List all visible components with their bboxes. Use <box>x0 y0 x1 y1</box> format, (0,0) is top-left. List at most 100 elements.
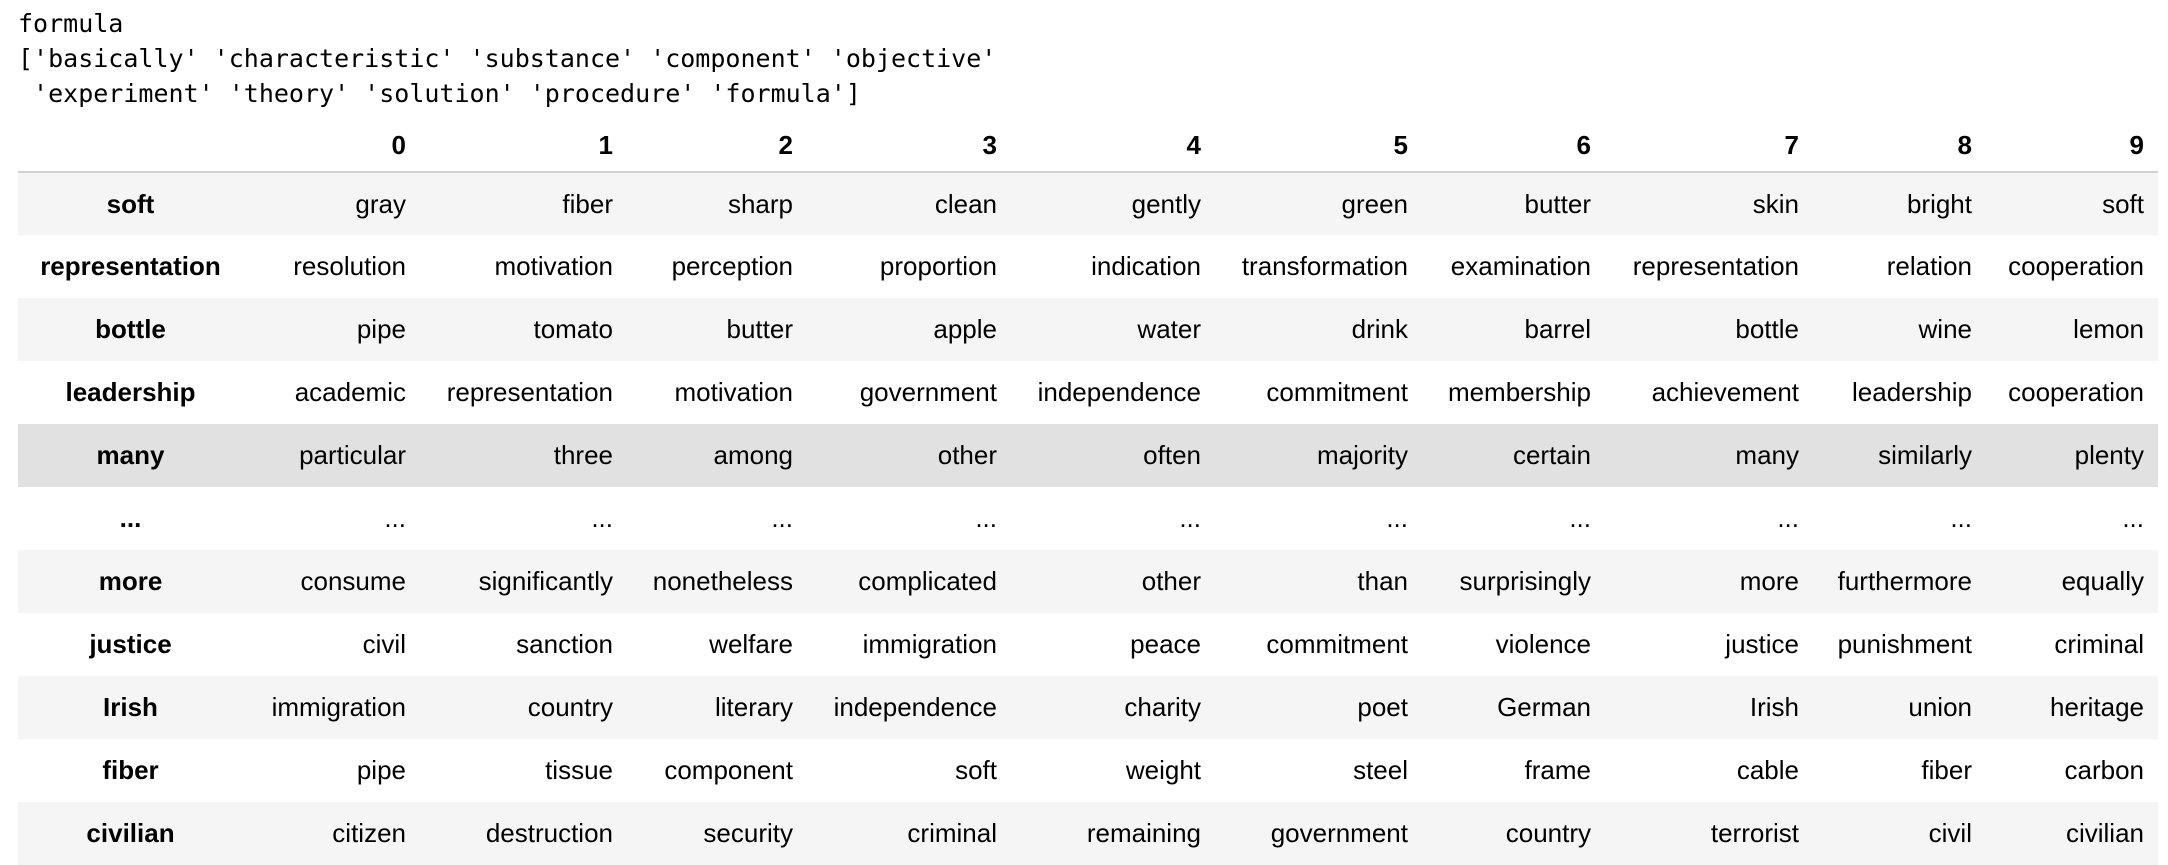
table-cell: criminal <box>2054 629 2144 659</box>
table-cell: cooperation <box>2008 251 2144 281</box>
table-cell: lemon <box>2073 314 2144 344</box>
table-cell: transformation <box>1241 251 1408 281</box>
table-cell: civil <box>1928 818 1972 848</box>
table-cell: representation <box>446 377 613 407</box>
table-cell: independence <box>833 692 997 722</box>
table-cell: tissue <box>545 755 613 785</box>
table-cell: independence <box>1037 377 1201 407</box>
table-row: Irish immigration country literary independe… <box>18 676 2158 739</box>
table-row: many particular three among other often majori… <box>18 424 2158 487</box>
table-cell: drink <box>1351 314 1408 344</box>
column-header-3: 3 <box>807 119 1011 173</box>
table-cell: justice <box>1725 629 1799 659</box>
table-cell: motivation <box>674 377 794 407</box>
table-cell: ... <box>384 503 406 533</box>
table-cell: other <box>937 440 997 470</box>
table-cell: apple <box>933 314 997 344</box>
table-cell: sanction <box>516 629 613 659</box>
table-cell: steel <box>1353 755 1408 785</box>
table-cell: heritage <box>2050 692 2144 722</box>
table-cell: welfare <box>709 629 793 659</box>
row-index-label: ... <box>119 503 142 533</box>
table-cell: immigration <box>862 629 997 659</box>
index-header-cell <box>18 119 243 173</box>
table-cell: government <box>859 377 997 407</box>
table-cell: remaining <box>1086 818 1201 848</box>
table-cell: many <box>1735 440 1799 470</box>
table-cell: immigration <box>271 692 406 722</box>
table-row: bottle pipe tomato butter apple water drink bar… <box>18 298 2158 361</box>
table-cell: carbon <box>2064 755 2145 785</box>
table-cell: significantly <box>478 566 613 596</box>
table-cell: green <box>1341 188 1409 219</box>
column-header-9: 9 <box>1986 119 2158 173</box>
table-cell: than <box>1357 566 1408 596</box>
table-cell: ... <box>1386 503 1408 533</box>
table-cell: civil <box>362 629 406 659</box>
column-header-6: 6 <box>1422 119 1605 173</box>
table-row: more consume significantly nonetheless compl… <box>18 550 2158 613</box>
table-cell: commitment <box>1266 629 1408 659</box>
table-cell: ... <box>2122 503 2144 533</box>
table-cell: surprisingly <box>1459 566 1592 596</box>
table-cell: cable <box>1736 755 1799 785</box>
table-cell: furthermore <box>1837 566 1972 596</box>
stdout-line-1: formula <box>18 9 124 38</box>
table-cell: fiber <box>562 188 613 219</box>
table-cell: more <box>1739 566 1799 596</box>
table-cell: among <box>713 440 794 470</box>
table-cell: membership <box>1447 377 1591 407</box>
table-cell: barrel <box>1524 314 1591 344</box>
table-cell: citizen <box>332 818 406 848</box>
table-cell: pipe <box>356 314 406 344</box>
column-header-4: 4 <box>1011 119 1215 173</box>
column-header-7: 7 <box>1605 119 1813 173</box>
row-index-label: bottle <box>95 314 166 344</box>
column-header-1: 1 <box>420 119 627 173</box>
notebook-output: formula ['basically' 'characteristic' 's… <box>18 6 2158 865</box>
table-cell: security <box>703 818 793 848</box>
table-cell: civilian <box>2065 818 2144 848</box>
table-cell: cooperation <box>2008 377 2144 407</box>
table-cell: Irish <box>1749 692 1799 722</box>
stdout-line-3: 'experiment' 'theory' 'solution' 'proced… <box>18 79 861 108</box>
table-cell: nonetheless <box>652 566 793 596</box>
row-index-label: representation <box>40 251 221 281</box>
table-cell: component <box>664 755 793 785</box>
table-cell: bright <box>1906 188 1972 219</box>
table-cell: achievement <box>1651 377 1799 407</box>
table-header: 0123456789 <box>18 119 2158 173</box>
table-cell: pipe <box>356 755 406 785</box>
table-cell: fiber <box>1921 755 1972 785</box>
table-body: soft gray fiber sharp clean gently green butter… <box>18 172 2158 865</box>
table-cell: wine <box>1918 314 1972 344</box>
table-cell: sharp <box>727 188 793 219</box>
table-row: representation resolution motivation percep… <box>18 235 2158 298</box>
table-cell: resolution <box>293 251 406 281</box>
table-cell: proportion <box>879 251 997 281</box>
table-cell: country <box>527 692 613 722</box>
table-cell: leadership <box>1852 377 1972 407</box>
table-cell: ... <box>975 503 997 533</box>
row-index-label: many <box>96 440 165 470</box>
table-cell: poet <box>1357 692 1408 722</box>
row-index-label: leadership <box>65 377 196 407</box>
table-cell: ... <box>1179 503 1201 533</box>
table-cell: German <box>1497 692 1591 722</box>
table-cell: violence <box>1495 629 1591 659</box>
header-row: 0123456789 <box>18 119 2158 173</box>
stdout-text: formula ['basically' 'characteristic' 's… <box>18 6 2158 111</box>
column-header-0: 0 <box>243 119 420 173</box>
table-cell: ... <box>771 503 793 533</box>
table-cell: certain <box>1512 440 1591 470</box>
table-row: fiber pipe tissue component soft weight steel f… <box>18 739 2158 802</box>
table-cell: tomato <box>533 314 614 344</box>
table-cell: motivation <box>494 251 614 281</box>
table-cell: country <box>1505 818 1591 848</box>
table-cell: criminal <box>907 818 997 848</box>
table-cell: literary <box>714 692 793 722</box>
table-cell: ... <box>1777 503 1799 533</box>
table-cell: gray <box>355 188 406 219</box>
table-cell: peace <box>1130 629 1201 659</box>
table-row: ................................. <box>18 487 2158 550</box>
